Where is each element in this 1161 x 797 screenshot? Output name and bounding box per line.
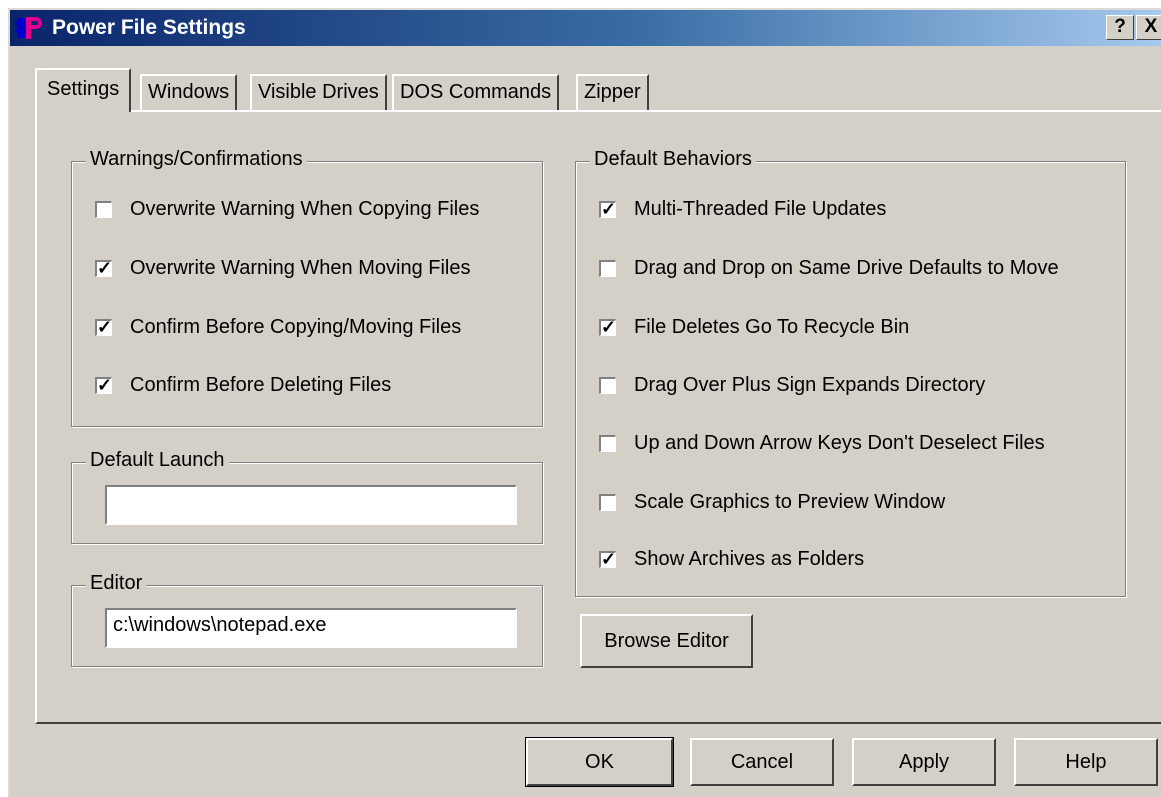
checkbox-box[interactable]: ✓ [599,549,617,569]
check-mark-icon: ✓ [601,317,617,337]
app-logo-icon [15,17,42,39]
help-button[interactable]: Help [1014,738,1158,786]
check-mark-icon: ✓ [97,317,113,337]
tab-dos-commands[interactable]: DOS Commands [392,74,560,110]
checkbox-box[interactable]: ✓ [599,199,617,219]
behaviors-group-label: Default Behaviors [590,148,756,171]
checkbox-box[interactable] [599,260,616,277]
overwrite-move-checkbox[interactable]: ✓ Overwrite Warning When Moving Files [95,257,470,280]
help-title-button[interactable]: ? [1106,15,1134,40]
checkbox-label: Overwrite Warning When Moving Files [130,257,471,279]
tab-settings[interactable]: Settings [35,68,132,112]
overwrite-copy-checkbox[interactable]: Overwrite Warning When Copying Files [95,198,479,221]
default-behaviors-group: Default Behaviors ✓ Multi-Threaded File … [575,148,1126,597]
scale-graphics-checkbox[interactable]: Scale Graphics to Preview Window [599,491,945,514]
checkbox-label: Up and Down Arrow Keys Don't Deselect Fi… [634,432,1045,454]
apply-button[interactable]: Apply [852,738,996,786]
checkbox-label: Drag and Drop on Same Drive Defaults to … [634,257,1059,279]
confirm-delete-checkbox[interactable]: ✓ Confirm Before Deleting Files [95,374,391,397]
editor-path-input[interactable]: c:\windows\notepad.exe [105,608,517,648]
multithreaded-updates-checkbox[interactable]: ✓ Multi-Threaded File Updates [599,198,886,221]
checkbox-box[interactable] [599,377,616,394]
warnings-group: Warnings/Confirmations Overwrite Warning… [71,148,543,427]
cancel-button[interactable]: Cancel [690,738,834,786]
check-mark-icon: ✓ [601,549,617,569]
checkbox-label: Show Archives as Folders [634,548,865,570]
check-mark-icon: ✓ [97,375,113,395]
checkbox-box[interactable]: ✓ [599,317,617,337]
drag-drop-move-checkbox[interactable]: Drag and Drop on Same Drive Defaults to … [599,257,1059,280]
warnings-group-label: Warnings/Confirmations [86,148,307,171]
checkbox-label: Overwrite Warning When Copying Files [130,198,480,220]
default-launch-label: Default Launch [86,449,229,472]
checkbox-label: Confirm Before Copying/Moving Files [130,316,462,338]
checkbox-label: Confirm Before Deleting Files [130,374,392,396]
default-launch-group: Default Launch [71,449,543,544]
tab-zipper[interactable]: Zipper [576,74,649,110]
checkbox-label: Drag Over Plus Sign Expands Directory [634,374,986,396]
checkbox-box[interactable]: ✓ [95,375,113,395]
checkbox-box[interactable]: ✓ [95,317,113,337]
checkbox-label: File Deletes Go To Recycle Bin [634,316,910,338]
browse-editor-button[interactable]: Browse Editor [580,614,753,668]
checkbox-box[interactable] [599,435,616,452]
recycle-bin-checkbox[interactable]: ✓ File Deletes Go To Recycle Bin [599,316,909,339]
title-bar[interactable]: Power File Settings ? X [10,10,1161,46]
checkbox-label: Scale Graphics to Preview Window [634,491,946,513]
check-mark-icon: ✓ [601,199,617,219]
window-title: Power File Settings [52,16,246,39]
arrow-keys-deselect-checkbox[interactable]: Up and Down Arrow Keys Don't Deselect Fi… [599,432,1045,455]
confirm-copy-move-checkbox[interactable]: ✓ Confirm Before Copying/Moving Files [95,316,461,339]
checkbox-label: Multi-Threaded File Updates [634,198,887,220]
close-title-button[interactable]: X [1136,15,1161,40]
default-launch-input[interactable] [105,485,517,525]
checkbox-box[interactable] [599,494,616,511]
editor-label: Editor [86,572,147,595]
settings-dialog: Power File Settings ? X Settings Windows… [8,8,1161,797]
tab-windows[interactable]: Windows [140,74,238,110]
checkbox-box[interactable] [95,201,112,218]
archives-as-folders-checkbox[interactable]: ✓ Show Archives as Folders [599,548,864,571]
tab-visible-drives[interactable]: Visible Drives [250,74,387,110]
plus-sign-expand-checkbox[interactable]: Drag Over Plus Sign Expands Directory [599,374,985,397]
editor-group: Editor c:\windows\notepad.exe [71,572,543,667]
check-mark-icon: ✓ [97,258,113,278]
checkbox-box[interactable]: ✓ [95,258,113,278]
ok-button[interactable]: OK [525,737,674,787]
